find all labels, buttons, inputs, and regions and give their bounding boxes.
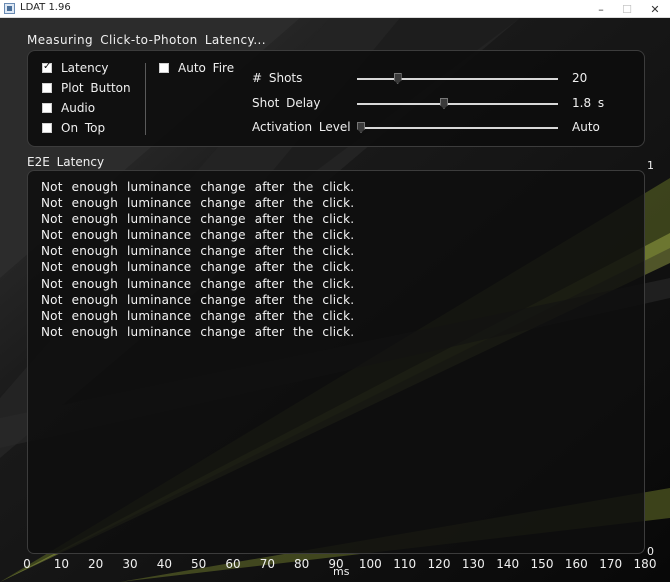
window-title: LDAT 1.96 bbox=[20, 2, 71, 13]
latency-label: Latency bbox=[61, 61, 109, 75]
status-heading: Measuring Click-to-Photon Latency... bbox=[27, 33, 266, 47]
status-message: Not enough luminance change after the cl… bbox=[41, 308, 355, 323]
slider-thumb[interactable] bbox=[357, 122, 365, 133]
x-tick-label: 120 bbox=[427, 557, 451, 571]
close-button[interactable]: ✕ bbox=[640, 0, 670, 18]
checkbox-unchecked-icon[interactable] bbox=[42, 123, 52, 133]
audio-label: Audio bbox=[61, 101, 96, 115]
y-axis-max-label: 1 bbox=[647, 159, 654, 172]
checkbox-unchecked-icon[interactable] bbox=[42, 83, 52, 93]
x-axis-label: ms bbox=[333, 565, 350, 578]
shots-label: # Shots bbox=[252, 71, 303, 85]
x-tick-label: 170 bbox=[599, 557, 623, 571]
message-list: Not enough luminance change after the cl… bbox=[41, 179, 354, 340]
plot-title: E2E Latency bbox=[27, 155, 105, 169]
checkbox-unchecked-icon[interactable] bbox=[42, 103, 52, 113]
maximize-button[interactable]: ☐ bbox=[612, 0, 642, 18]
on-top-label: On Top bbox=[61, 121, 106, 135]
x-tick-label: 130 bbox=[461, 557, 485, 571]
auto-fire-label: Auto Fire bbox=[178, 61, 235, 75]
shot-delay-slider[interactable] bbox=[357, 97, 558, 111]
controls-panel: Latency Plot Button Audio On Top Auto Fi… bbox=[27, 50, 645, 147]
status-message: Not enough luminance change after the cl… bbox=[41, 244, 355, 259]
x-tick-label: 80 bbox=[294, 557, 310, 571]
status-message: Not enough luminance change after the cl… bbox=[41, 228, 355, 243]
slider-thumb[interactable] bbox=[439, 98, 448, 109]
status-message: Not enough luminance change after the cl… bbox=[41, 212, 355, 227]
shot-delay-value: 1.8 s bbox=[572, 96, 605, 110]
x-tick-label: 60 bbox=[225, 557, 241, 571]
shot-delay-label: Shot Delay bbox=[252, 96, 321, 110]
slider-track bbox=[357, 103, 558, 105]
plot-button-checkbox[interactable]: Plot Button bbox=[42, 80, 131, 96]
on-top-checkbox[interactable]: On Top bbox=[42, 120, 105, 136]
slider-track bbox=[357, 78, 558, 80]
x-tick-label: 160 bbox=[564, 557, 588, 571]
checkbox-checked-icon[interactable] bbox=[42, 61, 52, 73]
x-tick-label: 40 bbox=[156, 557, 172, 571]
status-message: Not enough luminance change after the cl… bbox=[41, 260, 355, 275]
activation-level-value: Auto bbox=[572, 120, 600, 134]
activation-level-slider[interactable] bbox=[357, 121, 558, 135]
plot-button-label: Plot Button bbox=[61, 81, 131, 95]
x-tick-label: 0 bbox=[23, 557, 31, 571]
divider bbox=[145, 63, 146, 135]
status-message: Not enough luminance change after the cl… bbox=[41, 276, 355, 291]
latency-plot-area: Not enough luminance change after the cl… bbox=[27, 170, 645, 554]
shots-slider[interactable] bbox=[357, 72, 558, 86]
x-tick-label: 30 bbox=[122, 557, 138, 571]
status-message: Not enough luminance change after the cl… bbox=[41, 196, 355, 211]
x-tick-label: 50 bbox=[191, 557, 207, 571]
status-message: Not enough luminance change after the cl… bbox=[41, 292, 355, 307]
x-tick-label: 180 bbox=[633, 557, 657, 571]
x-tick-label: 70 bbox=[259, 557, 275, 571]
x-tick-label: 20 bbox=[88, 557, 104, 571]
x-tick-label: 10 bbox=[53, 557, 69, 571]
audio-checkbox[interactable]: Audio bbox=[42, 100, 95, 116]
shots-value: 20 bbox=[572, 71, 588, 85]
title-bar: LDAT 1.96 – ☐ ✕ bbox=[0, 0, 670, 18]
app-client-area: Measuring Click-to-Photon Latency... Lat… bbox=[0, 18, 670, 582]
latency-checkbox[interactable]: Latency bbox=[42, 60, 108, 76]
x-tick-label: 140 bbox=[496, 557, 520, 571]
x-tick-label: 150 bbox=[530, 557, 554, 571]
slider-thumb[interactable] bbox=[393, 73, 402, 84]
app-icon bbox=[4, 3, 15, 14]
checkbox-unchecked-icon[interactable] bbox=[159, 63, 169, 73]
auto-fire-checkbox[interactable]: Auto Fire bbox=[159, 60, 234, 76]
x-tick-label: 110 bbox=[393, 557, 417, 571]
activation-level-label: Activation Level bbox=[252, 120, 351, 134]
status-message: Not enough luminance change after the cl… bbox=[41, 180, 355, 194]
x-tick-label: 100 bbox=[358, 557, 382, 571]
status-message: Not enough luminance change after the cl… bbox=[41, 324, 355, 339]
slider-track bbox=[357, 127, 558, 129]
